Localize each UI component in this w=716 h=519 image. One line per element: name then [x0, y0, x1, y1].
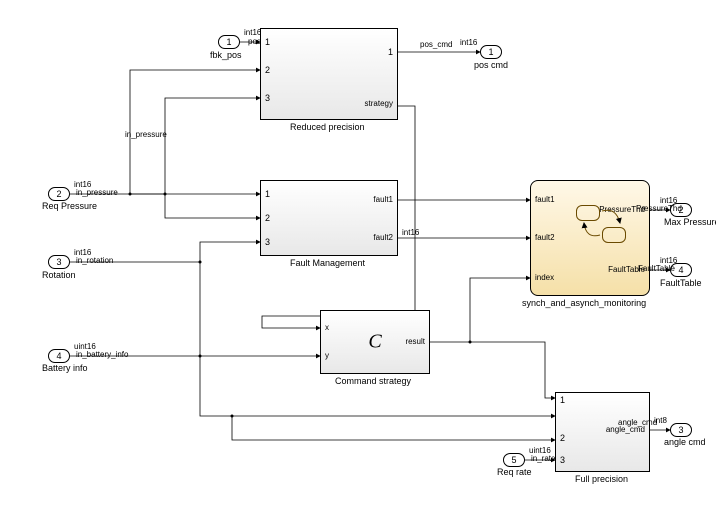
outport-number: 4 — [678, 265, 683, 275]
datatype-label: int16 — [460, 38, 477, 47]
outport-pos-cmd[interactable]: 1 — [480, 45, 502, 59]
block-inport: 1 — [265, 37, 270, 47]
inport-req-pressure[interactable]: 2 — [48, 187, 70, 201]
block-inport: 2 — [560, 433, 565, 443]
inport-number: 4 — [56, 351, 61, 361]
outport-name: Max Pressure — [664, 218, 716, 227]
inport-number: 3 — [56, 257, 61, 267]
block-inport: fault1 — [535, 195, 555, 204]
block-name: Fault Management — [290, 258, 365, 268]
signal-label: PressureThd — [636, 204, 682, 213]
block-outport: result — [405, 337, 425, 346]
block-fault-management[interactable]: 1 2 3 fault1 fault2 — [260, 180, 398, 256]
inport-req-rate[interactable]: 5 — [503, 453, 525, 467]
datatype-label: int16 — [244, 28, 261, 37]
block-outport: fault1 — [373, 195, 393, 204]
stateflow-chart-icon — [576, 205, 636, 245]
outport-name: FaultTable — [660, 278, 702, 288]
block-inport: y — [325, 351, 329, 360]
block-name: Reduced precision — [290, 122, 365, 132]
block-name: synch_and_asynch_monitoring — [522, 298, 646, 308]
block-outport: strategy — [365, 99, 393, 108]
outport-number: 1 — [488, 47, 493, 57]
block-full-precision[interactable]: 1 2 3 angle_cmd — [555, 392, 650, 472]
inport-number: 5 — [511, 455, 516, 465]
signal-label: FaultTable — [638, 264, 675, 273]
block-inport: 3 — [560, 455, 565, 465]
block-inport: 2 — [265, 213, 270, 223]
block-inport: x — [325, 323, 329, 332]
outport-angle-cmd[interactable]: 3 — [670, 423, 692, 437]
block-inport: 3 — [265, 237, 270, 247]
diagram-canvas: 1 int16 fbk_pos pos_info 2 int16 Req Pre… — [0, 0, 716, 519]
block-inport: index — [535, 273, 554, 282]
inport-name: fbk_pos — [210, 50, 242, 60]
block-outport: fault2 — [373, 233, 393, 242]
inport-name: Rotation — [42, 270, 76, 280]
block-outport: 1 — [388, 47, 393, 57]
signal-label: in_battery_info — [76, 350, 128, 359]
datatype-label: int16 — [402, 228, 419, 237]
inport-name: Battery info — [42, 364, 92, 373]
inport-name: Req Pressure — [42, 202, 92, 211]
inport-number: 2 — [56, 189, 61, 199]
block-name: Command strategy — [335, 376, 411, 386]
outport-name: angle cmd — [664, 438, 704, 447]
signal-label: in_pressure — [76, 188, 118, 197]
inport-number: 1 — [226, 37, 231, 47]
block-command-strategy[interactable]: x y result C — [320, 310, 430, 374]
block-monitoring[interactable]: fault1 fault2 index PressureThd FaultTab… — [530, 180, 650, 296]
signal-label-branch: in_pressure — [125, 130, 167, 139]
block-inport: 1 — [265, 189, 270, 199]
inport-battery-info[interactable]: 4 — [48, 349, 70, 363]
inport-rotation[interactable]: 3 — [48, 255, 70, 269]
outport-number: 3 — [678, 425, 683, 435]
signal-label: in_rotation — [76, 256, 113, 265]
signal-label: angle_cmd — [618, 418, 657, 427]
block-reduced-precision[interactable]: 1 2 3 1 strategy — [260, 28, 398, 120]
block-inport: 1 — [560, 395, 565, 405]
block-inport: 2 — [265, 65, 270, 75]
block-inport: fault2 — [535, 233, 555, 242]
signal-label: in_rate — [531, 454, 555, 463]
c-function-icon: C — [368, 331, 381, 354]
block-name: Full precision — [575, 474, 628, 484]
signal-label: pos_cmd — [420, 40, 452, 49]
inport-name: Req rate — [497, 468, 537, 477]
block-inport: 3 — [265, 93, 270, 103]
outport-name: pos cmd — [474, 60, 508, 70]
inport-fbk-pos[interactable]: 1 — [218, 35, 240, 49]
